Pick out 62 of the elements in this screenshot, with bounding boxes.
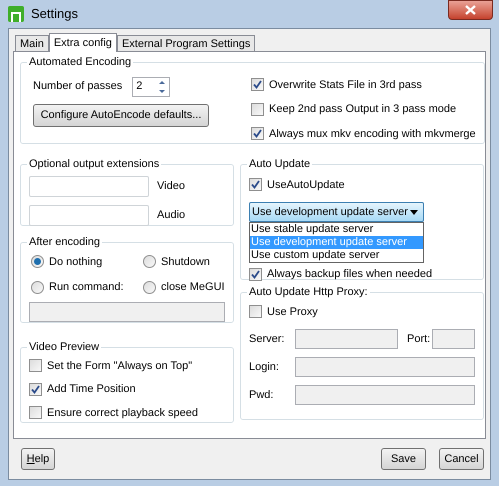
text-field[interactable] bbox=[29, 176, 149, 196]
radio-label: close MeGUI bbox=[161, 280, 225, 295]
dropdown-option[interactable]: Use custom update server bbox=[250, 249, 423, 262]
checkbox[interactable] bbox=[251, 78, 264, 92]
checkbox-label: Always mux mkv encoding with mkvmerge bbox=[269, 126, 476, 142]
dialog-button[interactable]: Help bbox=[21, 448, 55, 470]
checkbox[interactable] bbox=[29, 382, 42, 396]
field-label: Login: bbox=[249, 360, 280, 375]
checkbox-label: Set the Form "Always on Top" bbox=[47, 358, 192, 374]
checkbox-label: Keep 2nd pass Output in 3 pass mode bbox=[269, 102, 456, 117]
checkbox-label: Overwrite Stats File in 3rd pass bbox=[269, 78, 422, 92]
passes-label: Number of passes bbox=[33, 79, 122, 94]
tab[interactable]: External Program Settings bbox=[116, 35, 256, 51]
checkbox[interactable] bbox=[29, 406, 42, 420]
checkbox-label: Ensure correct playback speed bbox=[47, 406, 198, 420]
checkbox[interactable] bbox=[251, 127, 264, 140]
dialog-button[interactable]: Save bbox=[381, 448, 426, 470]
dropdown[interactable]: Use development update server bbox=[249, 202, 424, 222]
checkbox-label: Use Proxy bbox=[267, 304, 318, 320]
close-icon bbox=[465, 5, 476, 15]
dialog-button[interactable]: Cancel bbox=[439, 448, 484, 470]
checkbox-label: Always backup files when needed bbox=[267, 267, 432, 282]
checkbox-label: UseAutoUpdate bbox=[267, 178, 345, 192]
window-title: Settings bbox=[31, 5, 78, 24]
group-title: After encoding bbox=[28, 235, 101, 250]
checkmark-icon bbox=[251, 180, 260, 190]
checkbox[interactable] bbox=[29, 359, 42, 372]
field-label: Pwd: bbox=[249, 388, 274, 403]
field-label: Port: bbox=[407, 332, 432, 347]
field-label: Audio bbox=[157, 208, 186, 223]
checkbox-label: Add Time Position bbox=[47, 382, 136, 397]
close-button[interactable] bbox=[448, 0, 493, 20]
radio-label: Shutdown bbox=[161, 254, 210, 270]
field-label: Server: bbox=[249, 332, 286, 347]
group-title: Optional output extensions bbox=[28, 157, 160, 172]
tab[interactable]: Main bbox=[15, 35, 49, 51]
checkbox[interactable] bbox=[249, 268, 262, 281]
radio-button[interactable] bbox=[31, 280, 44, 294]
radio-button[interactable] bbox=[31, 255, 44, 268]
group-title: Auto Update bbox=[248, 157, 312, 172]
app-logo-icon bbox=[8, 6, 24, 22]
group-title: Auto Update Http Proxy: bbox=[248, 285, 369, 300]
caret-icon bbox=[410, 210, 418, 214]
tab[interactable]: Extra config bbox=[48, 33, 117, 52]
configure-button[interactable]: Configure AutoEncode defaults... bbox=[33, 104, 209, 126]
group-title: Video Preview bbox=[28, 340, 100, 355]
checkbox[interactable] bbox=[249, 305, 262, 318]
radio-label: Do nothing bbox=[49, 254, 102, 270]
checkmark-icon bbox=[253, 129, 262, 138]
radio-button[interactable] bbox=[143, 255, 156, 268]
field-label: Video bbox=[157, 178, 185, 194]
checkbox[interactable] bbox=[249, 178, 262, 192]
text-field[interactable] bbox=[29, 204, 149, 226]
checkmark-icon bbox=[31, 384, 40, 394]
radio-button[interactable] bbox=[143, 280, 156, 294]
checkmark-icon bbox=[253, 80, 262, 90]
passes-spinner[interactable]: 2 bbox=[132, 76, 170, 96]
checkbox[interactable] bbox=[251, 102, 264, 116]
dropdown-option[interactable]: Use stable update server bbox=[250, 223, 423, 236]
checkmark-icon bbox=[251, 270, 260, 279]
group-title: Automated Encoding bbox=[28, 55, 132, 70]
radio-label: Run command: bbox=[49, 280, 124, 295]
